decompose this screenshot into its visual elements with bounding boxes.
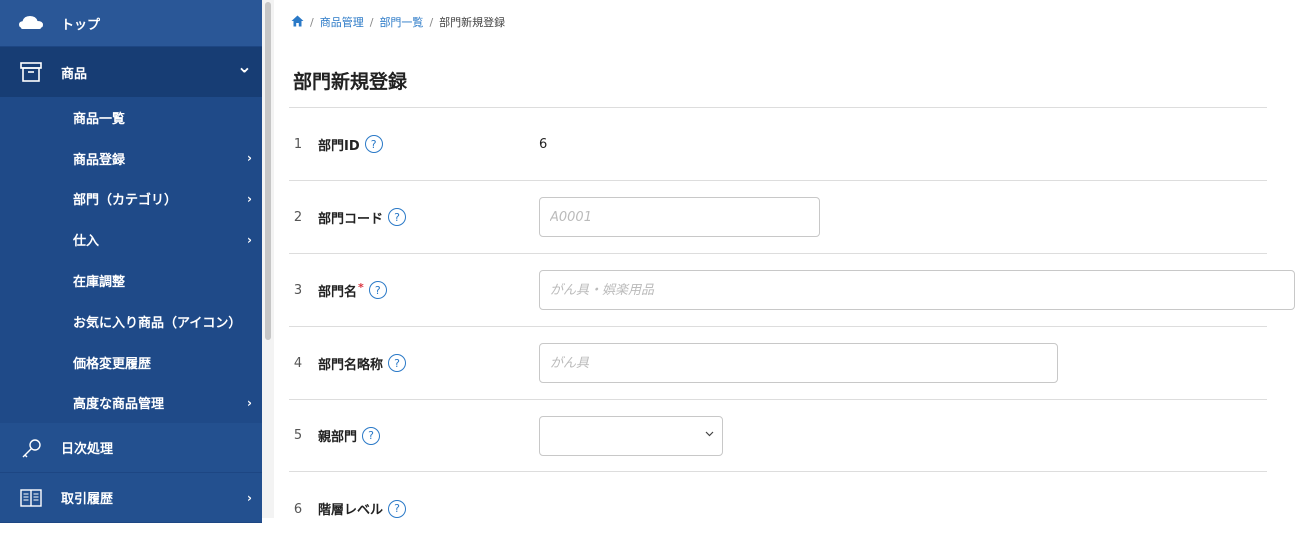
field-label: 親部門 ? <box>318 426 381 445</box>
chevron-right-icon: › <box>247 232 252 247</box>
form-row: 1 部門ID ? 6 <box>289 108 1267 181</box>
chevron-right-icon: › <box>247 490 252 505</box>
form-row: 2 部門コード ? <box>289 181 1267 254</box>
sidebar-subitem-label: お気に入り商品（アイコン） <box>73 315 242 331</box>
department-code-input[interactable] <box>539 197 820 237</box>
sidebar-subitem-label: 商品一覧 <box>73 111 126 127</box>
home-icon[interactable] <box>291 15 304 30</box>
sidebar-subitem[interactable]: 価格変更履歴 <box>0 341 262 383</box>
help-icon[interactable]: ? <box>388 208 407 226</box>
row-number: 6 <box>293 502 303 517</box>
main-content: / 商品管理 / 部門一覧 / 部門新規登録 部門新規登録 1 部門ID ? 6… <box>274 0 1300 518</box>
field-label-text: 部門ID <box>318 138 360 154</box>
breadcrumb-link[interactable]: 商品管理 <box>320 14 364 30</box>
sidebar-item-label: 取引履歴 <box>61 492 114 508</box>
department-name-input[interactable] <box>539 270 1295 310</box>
chevron-right-icon: › <box>247 151 252 166</box>
book-icon <box>0 489 61 507</box>
row-number: 3 <box>293 282 303 298</box>
chevron-down-icon: ⌄ <box>236 56 252 78</box>
sidebar-subitem[interactable]: 商品一覧 <box>0 97 262 138</box>
field-label-text: 部門コード <box>318 211 384 227</box>
field-label: 部門ID ? <box>318 135 383 154</box>
help-icon[interactable]: ? <box>368 281 387 299</box>
row-number: 5 <box>293 428 303 443</box>
sidebar-subitem[interactable]: 在庫調整 <box>0 260 262 301</box>
chevron-down-icon <box>705 429 714 440</box>
page-title: 部門新規登録 <box>293 71 408 93</box>
sidebar-item-products[interactable]: 商品 ⌄ <box>0 47 262 97</box>
sidebar-subitem[interactable]: お気に入り商品（アイコン） <box>0 300 262 342</box>
help-icon[interactable]: ? <box>364 135 383 153</box>
field-label-text: 親部門 <box>318 430 358 445</box>
sidebar-subitem-label: 商品登録 <box>73 152 126 168</box>
row-number: 1 <box>293 136 303 152</box>
sidebar: トップ 商品 ⌄ 商品一覧 商品登録 › 部門（カテゴリ） › 仕入 › 在庫調整 お… <box>0 0 262 524</box>
sidebar-subitem-label: 価格変更履歴 <box>73 356 152 372</box>
breadcrumb: / 商品管理 / 部門一覧 / 部門新規登録 <box>291 14 505 30</box>
sidebar-subitem-label: 仕入 <box>73 234 100 250</box>
field-label: 部門名 * ? <box>318 281 387 300</box>
sidebar-subitem-label: 在庫調整 <box>73 275 126 291</box>
field-label: 階層レベル ? <box>318 499 407 518</box>
sidebar-subitem[interactable]: 部門（カテゴリ） › <box>0 178 262 220</box>
field-label-text: 部門名略称 <box>318 357 384 373</box>
field-label: 部門コード ? <box>318 208 407 227</box>
breadcrumb-link[interactable]: 部門一覧 <box>379 14 423 30</box>
sidebar-subitem-label: 部門（カテゴリ） <box>73 193 178 209</box>
help-icon[interactable]: ? <box>362 426 381 445</box>
required-mark: * <box>358 280 364 294</box>
field-label: 部門名略称 ? <box>318 354 407 373</box>
breadcrumb-separator: / <box>369 15 374 29</box>
sidebar-item-label: トップ <box>61 17 101 33</box>
form-row: 6 階層レベル ? <box>289 472 1267 545</box>
chevron-right-icon: › <box>247 395 252 410</box>
scrollbar-thumb[interactable] <box>265 2 271 340</box>
sidebar-item-top[interactable]: トップ <box>0 0 262 47</box>
help-icon[interactable]: ? <box>388 354 407 372</box>
sidebar-item-daily[interactable]: 日次処理 <box>0 423 262 474</box>
sidebar-item-history[interactable]: 取引履歴 › <box>0 473 262 524</box>
breadcrumb-separator: / <box>310 15 314 29</box>
key-icon <box>0 438 61 458</box>
chevron-right-icon: › <box>247 191 252 206</box>
breadcrumb-separator: / <box>429 15 434 29</box>
row-number: 2 <box>293 209 303 225</box>
sidebar-item-label: 日次処理 <box>61 442 114 458</box>
sidebar-scrollbar[interactable] <box>262 0 274 518</box>
sidebar-subitem[interactable]: 仕入 › <box>0 219 262 261</box>
form-row: 5 親部門 ? <box>289 400 1267 472</box>
breadcrumb-current: 部門新規登録 <box>439 16 506 29</box>
form-row: 4 部門名略称 ? <box>289 327 1267 400</box>
department-short-name-input[interactable] <box>539 343 1058 383</box>
row-number: 4 <box>293 355 303 371</box>
sidebar-subitem-label: 高度な商品管理 <box>73 397 165 413</box>
parent-department-select[interactable] <box>539 415 723 456</box>
cloud-icon <box>0 15 61 31</box>
archive-box-icon <box>0 62 61 82</box>
department-id-value: 6 <box>539 136 548 152</box>
form-row: 3 部門名 * ? <box>289 254 1295 327</box>
sidebar-subitem[interactable]: 商品登録 › <box>0 137 262 179</box>
sidebar-item-label: 商品 <box>61 66 88 82</box>
field-label-text: 部門名 <box>318 284 358 300</box>
field-label-text: 階層レベル <box>318 503 384 518</box>
help-icon[interactable]: ? <box>388 499 407 518</box>
sidebar-subitem[interactable]: 高度な商品管理 › <box>0 382 262 424</box>
